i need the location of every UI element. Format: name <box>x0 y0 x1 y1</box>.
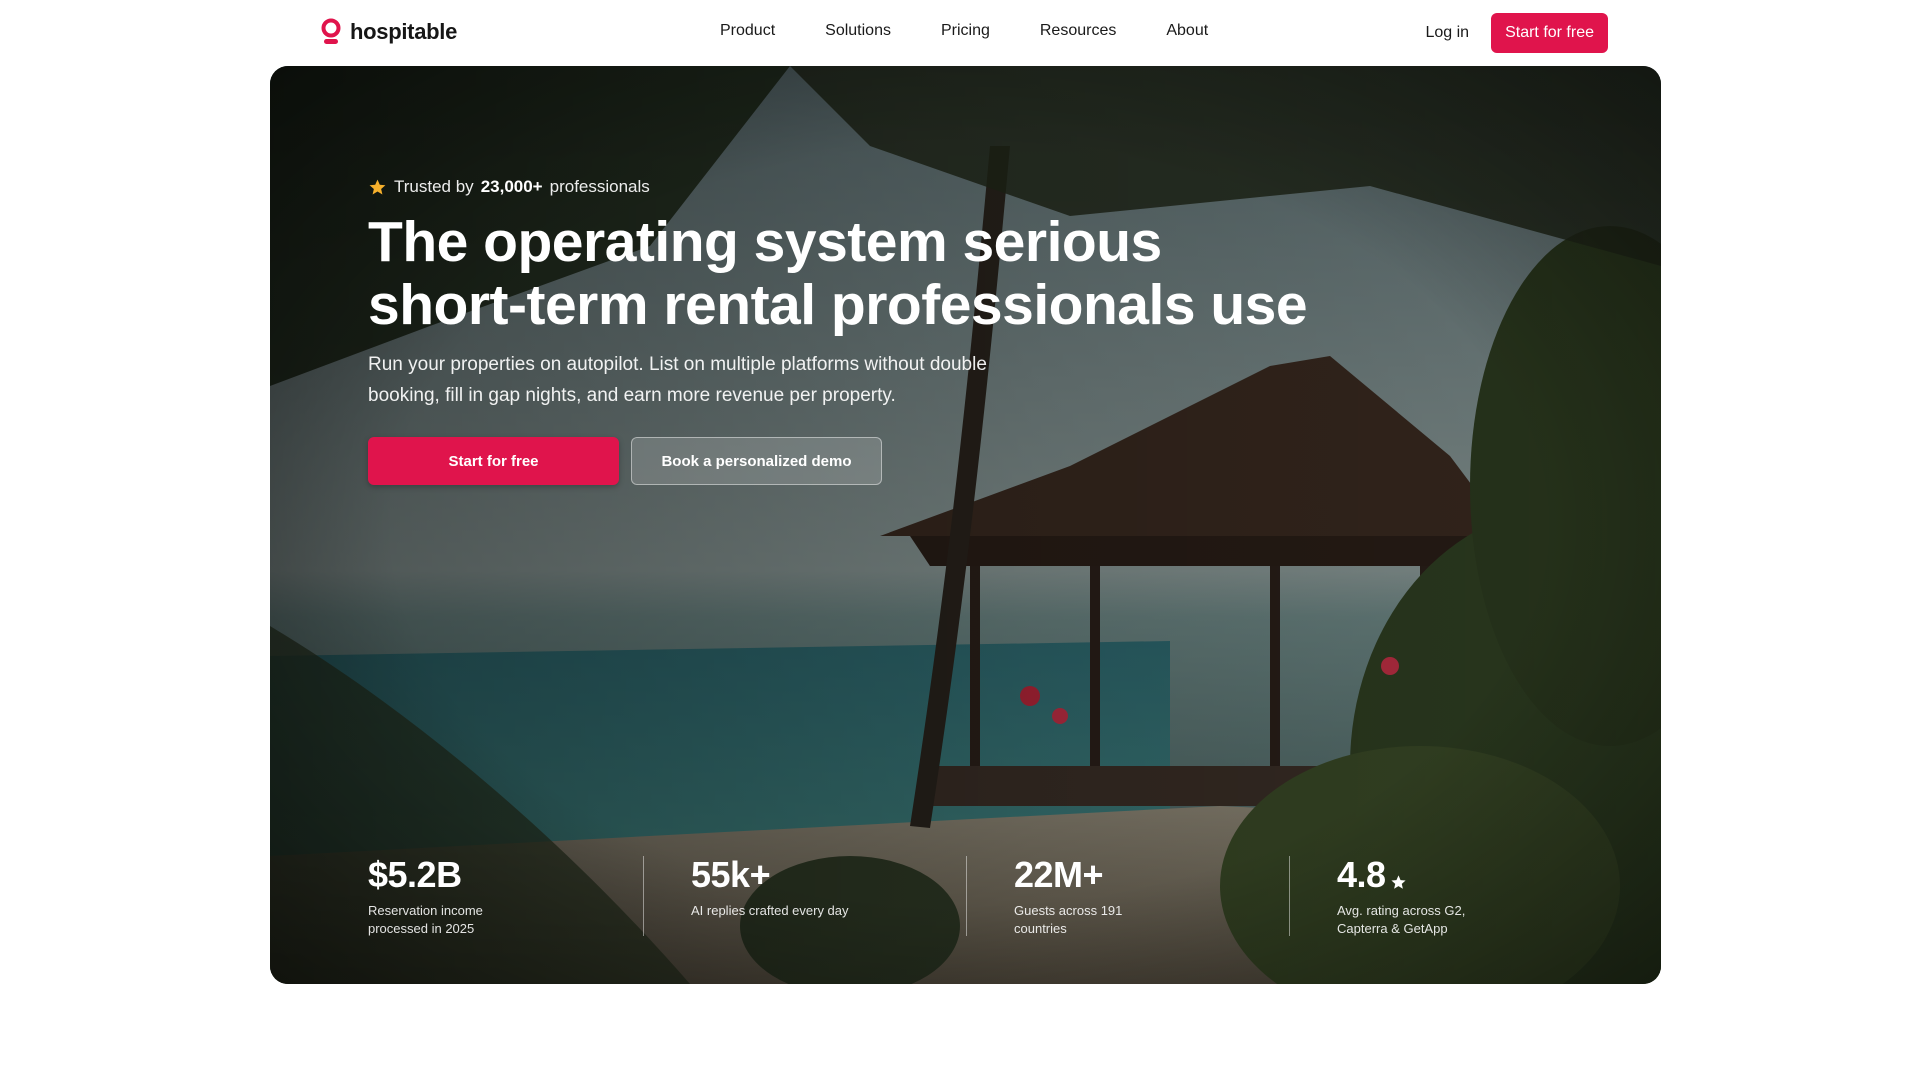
trusted-badge: Trusted by 23,000+ professionals <box>368 177 1368 197</box>
headline-line-2: short-term rental professionals use <box>368 273 1308 337</box>
stat-guests: 22M+ Guests across 191 countries <box>966 856 1289 938</box>
brand-logo[interactable]: hospitable <box>320 18 457 46</box>
headline-line-1: The operating system serious <box>368 210 1162 274</box>
hero-headline: The operating system serious short-term … <box>368 211 1368 337</box>
hospitable-logo-icon <box>321 18 341 44</box>
stat-value-rating: 4.8 <box>1337 856 1612 894</box>
nav-about[interactable]: About <box>1166 22 1208 40</box>
trusted-suffix: professionals <box>549 177 650 196</box>
stat-value: 22M+ <box>1014 854 1104 895</box>
trusted-prefix: Trusted by <box>394 177 474 196</box>
trusted-count: 23,000+ <box>480 177 543 196</box>
nav-pricing[interactable]: Pricing <box>941 22 990 40</box>
nav-actions: Log in Start for free <box>1425 13 1608 53</box>
login-link[interactable]: Log in <box>1425 24 1469 42</box>
stat-label: Guests across 191 countries <box>1014 903 1123 936</box>
main-nav: Product Solutions Pricing Resources Abou… <box>720 22 1258 40</box>
brand-name: hospitable <box>350 19 458 44</box>
stat-value: $5.2B <box>368 854 462 895</box>
star-icon <box>1390 875 1406 889</box>
stats-row: $5.2B Reservation income processed in 20… <box>368 856 1628 938</box>
stat-label: Reservation income processed in 2025 <box>368 903 483 936</box>
nav-solutions[interactable]: Solutions <box>825 22 891 40</box>
rating-value: 4.8 <box>1337 854 1386 895</box>
hero-content: Trusted by 23,000+ professionals The ope… <box>368 177 1368 485</box>
stat-label: Avg. rating across G2, Capterra & GetApp <box>1337 903 1466 936</box>
hero-start-free-button[interactable]: Start for free <box>368 437 619 485</box>
star-icon <box>369 179 386 195</box>
hero-subheadline: Run your properties on autopilot. List o… <box>368 354 987 406</box>
hero-cta-row: Start for free Book a personalized demo <box>368 437 1368 485</box>
stat-label: AI replies crafted every day <box>691 903 849 918</box>
nav-resources[interactable]: Resources <box>1040 22 1116 40</box>
stat-ai-replies: 55k+ AI replies crafted every day <box>643 856 966 938</box>
nav-product[interactable]: Product <box>720 22 775 40</box>
hero-section: Trusted by 23,000+ professionals The ope… <box>270 66 1661 984</box>
nav-start-free-button[interactable]: Start for free <box>1491 13 1608 53</box>
stat-reservation-income: $5.2B Reservation income processed in 20… <box>368 856 643 938</box>
book-demo-button[interactable]: Book a personalized demo <box>631 437 882 485</box>
top-nav: hospitable Product Solutions Pricing Res… <box>0 0 1920 66</box>
stat-rating: 4.8 Avg. rating across G2, Capterra & Ge… <box>1289 856 1612 938</box>
stat-value: 55k+ <box>691 854 771 895</box>
